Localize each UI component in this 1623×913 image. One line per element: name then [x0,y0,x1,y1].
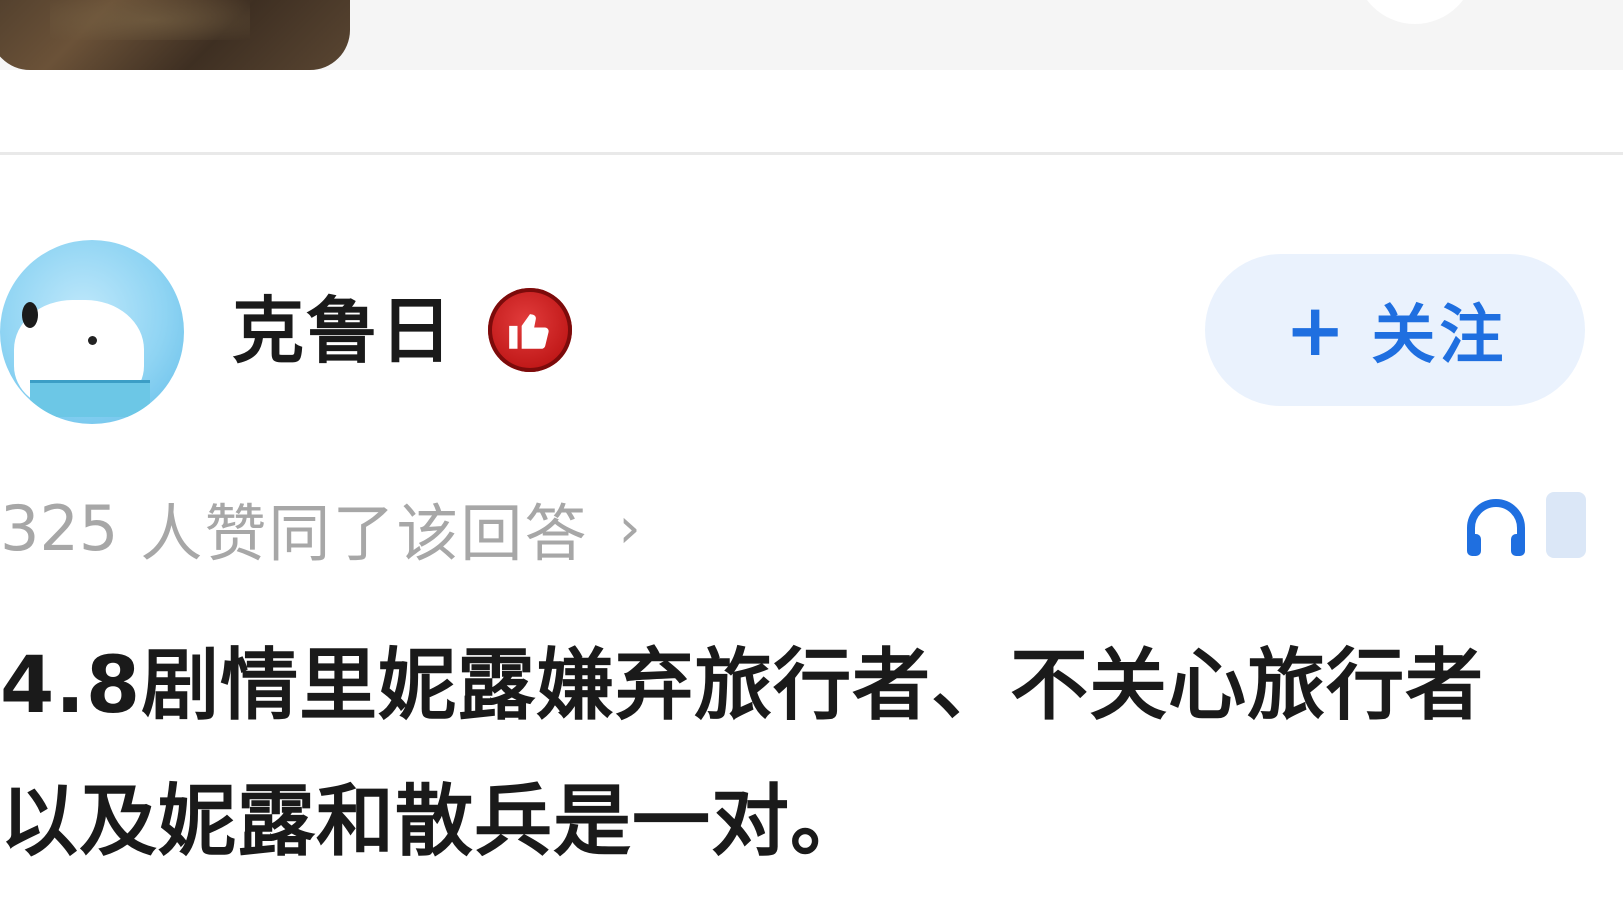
follow-button-label: 关注 [1371,299,1508,371]
follow-button[interactable]: + 关注 [1205,254,1585,406]
plus-icon: + [1285,288,1346,372]
likes-text: 人赞同了该回答 [140,497,589,570]
thumbs-up-icon [488,288,572,372]
answer-line: 4.8剧情里妮露嫌弃旅行者、不关心旅行者 [0,641,1485,731]
answer-content: 4.8剧情里妮露嫌弃旅行者、不关心旅行者 以及妮露和散兵是一对。 [0,618,1623,890]
avatar-dog-eye [88,336,97,345]
section-divider [0,152,1623,155]
chevron-right-icon: › [618,495,641,561]
avatar-dog-ear [22,302,38,328]
headphone-icon[interactable] [1463,496,1529,558]
author-avatar[interactable] [0,240,184,424]
previous-card-thumbnail[interactable] [0,0,350,70]
avatar-scarf [30,380,150,417]
read-aloud-button-edge[interactable] [1546,492,1586,558]
likes-summary-link[interactable]: 325 人赞同了该回答 › [0,488,641,571]
author-name[interactable]: 克鲁日 [232,286,454,376]
likes-count: 325 [0,491,119,565]
previous-card-strip [0,0,1623,70]
answer-line: 以及妮露和散兵是一对。 [0,777,870,867]
answer-page: 克鲁日 + 关注 325 人赞同了该回答 › 4.8剧情里妮露嫌弃旅行者、不关心… [0,0,1623,913]
previous-card-button[interactable] [1355,0,1475,24]
